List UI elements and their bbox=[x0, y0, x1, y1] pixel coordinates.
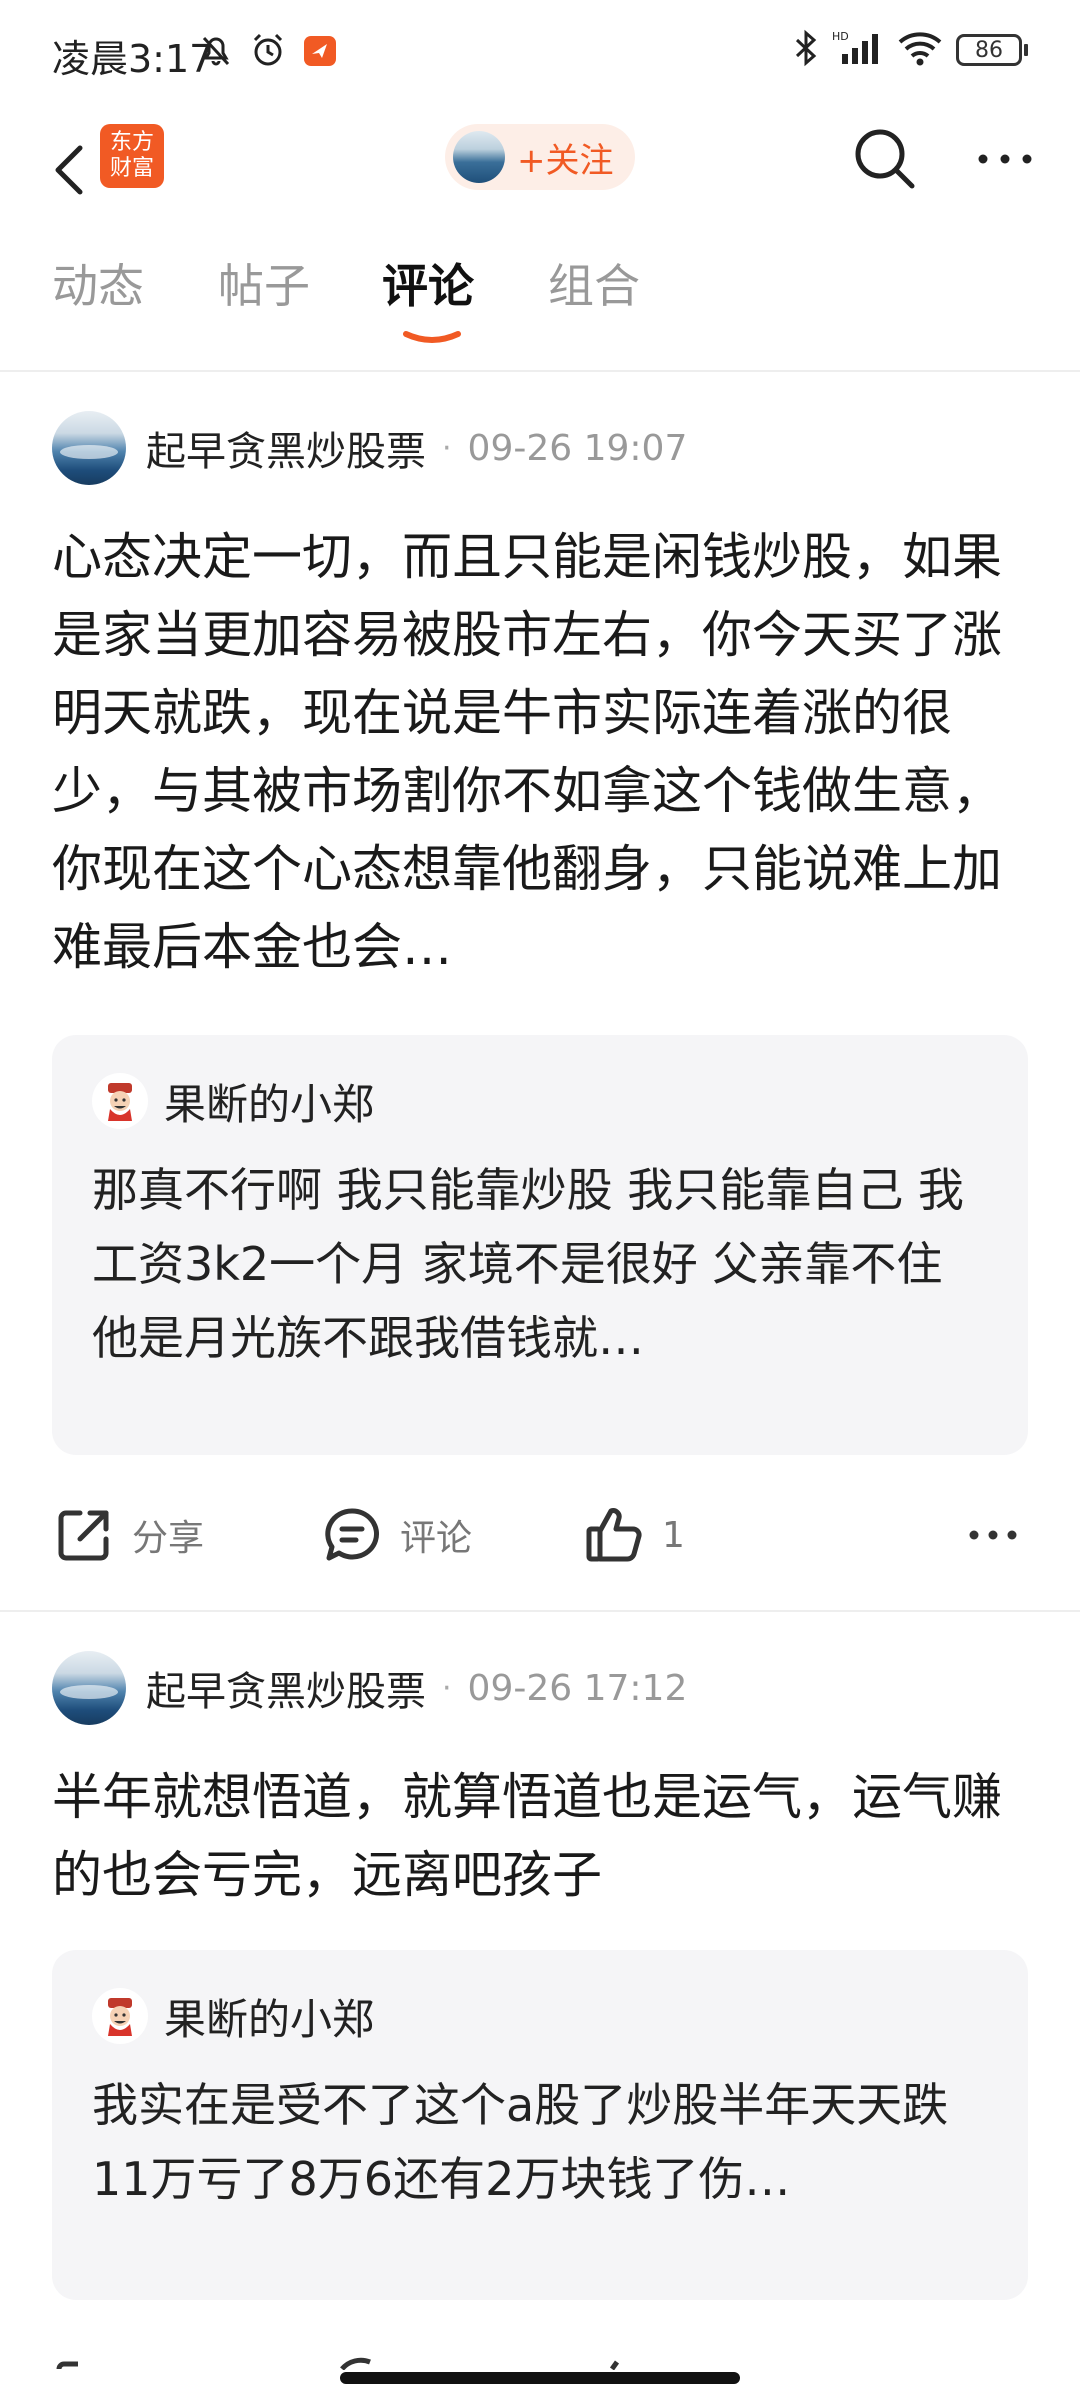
search-icon bbox=[855, 129, 915, 189]
follow-label: +关注 bbox=[517, 140, 614, 181]
svg-text:HD: HD bbox=[832, 30, 849, 43]
quoted-avatar bbox=[92, 1988, 148, 2044]
comment-button[interactable]: 评论 bbox=[320, 1490, 472, 1580]
more-options-button[interactable] bbox=[970, 124, 1040, 194]
god-of-wealth-avatar-icon bbox=[95, 1991, 145, 2041]
share-label: 分享 bbox=[132, 1518, 205, 1559]
quoted-header: 果断的小郑 bbox=[92, 1986, 988, 2046]
comment-label: 评论 bbox=[400, 1518, 473, 1559]
more-dots-icon bbox=[969, 1530, 1017, 1540]
back-arrow-icon bbox=[55, 145, 83, 195]
tab-posts[interactable]: 帖子 bbox=[218, 250, 310, 316]
bluetooth-icon bbox=[792, 28, 820, 72]
user-avatar bbox=[453, 131, 505, 183]
top-nav: 东方财富 +关注 bbox=[0, 110, 1080, 250]
tab-dynamics[interactable]: 动态 bbox=[52, 250, 144, 316]
alarm-icon bbox=[248, 30, 288, 74]
quoted-avatar bbox=[92, 1073, 148, 1129]
status-right-icons: HD 86 bbox=[792, 28, 1028, 72]
status-left-icons bbox=[196, 30, 340, 74]
quoted-author[interactable]: 果断的小郑 bbox=[164, 1071, 374, 1132]
status-bar: 凌晨3:17 HD 86 bbox=[0, 0, 1080, 110]
comment-time: 09-26 19:07 bbox=[467, 427, 688, 469]
quoted-reply[interactable]: 果断的小郑 我实在是受不了这个a股了炒股半年天天跌11万亏了8万6还有2万块钱了… bbox=[52, 1950, 1028, 2300]
comment-more-button[interactable] bbox=[968, 1490, 1018, 1580]
comment-text[interactable]: 半年就想悟道，就算悟道也是运气，运气赚的也会亏完，远离吧孩子 bbox=[52, 1758, 1028, 1914]
battery-level: 86 bbox=[975, 37, 1003, 63]
comment-bubble-icon bbox=[320, 1503, 384, 1567]
share-button[interactable]: 分享 bbox=[52, 1490, 204, 1580]
comment-actions: 分享 评论 1 bbox=[52, 1490, 1028, 1580]
next-actions-peek bbox=[52, 2340, 1028, 2370]
quoted-reply[interactable]: 果断的小郑 那真不行啊 我只能靠炒股 我只能靠自己 我工资3k2一个月 家境不是… bbox=[52, 1035, 1028, 1455]
search-button[interactable] bbox=[850, 124, 920, 194]
author-name[interactable]: 起早贪黑炒股票 bbox=[146, 419, 426, 477]
app-logo: 东方财富 bbox=[100, 124, 164, 188]
hd-signal-icon: HD bbox=[832, 28, 884, 72]
tab-comments[interactable]: 评论 bbox=[382, 250, 474, 316]
profile-tabs: 动态 帖子 评论 组合 bbox=[0, 250, 1080, 372]
comment-header: 起早贪黑炒股票 · 09-26 17:12 bbox=[52, 1648, 687, 1728]
comment-divider bbox=[0, 1610, 1080, 1612]
share-icon bbox=[52, 1503, 116, 1567]
quoted-header: 果断的小郑 bbox=[92, 1071, 988, 1131]
separator-dot: · bbox=[442, 430, 452, 466]
status-time: 凌晨3:17 bbox=[52, 37, 214, 81]
author-name[interactable]: 起早贪黑炒股票 bbox=[146, 1659, 426, 1717]
separator-dot: · bbox=[442, 1670, 452, 1706]
follow-button[interactable]: +关注 bbox=[445, 124, 635, 190]
thumbs-up-icon bbox=[582, 1503, 646, 1567]
author-avatar[interactable] bbox=[52, 411, 126, 485]
more-dots-icon bbox=[978, 154, 1032, 164]
home-indicator[interactable] bbox=[340, 2372, 740, 2384]
battery-icon: 86 bbox=[956, 34, 1028, 66]
quoted-author[interactable]: 果断的小郑 bbox=[164, 1986, 374, 2047]
tab-portfolio[interactable]: 组合 bbox=[548, 250, 640, 316]
god-of-wealth-avatar-icon bbox=[95, 1076, 145, 1126]
partial-action-icons bbox=[56, 2357, 620, 2370]
comment-header: 起早贪黑炒股票 · 09-26 19:07 bbox=[52, 408, 687, 488]
active-tab-indicator bbox=[403, 331, 461, 343]
quoted-text: 那真不行啊 我只能靠炒股 我只能靠自己 我工资3k2一个月 家境不是很好 父亲靠… bbox=[92, 1163, 964, 1365]
wifi-icon bbox=[896, 28, 944, 72]
like-button[interactable]: 1 bbox=[582, 1490, 685, 1580]
quoted-text: 我实在是受不了这个a股了炒股半年天天跌11万亏了8万6还有2万块钱了伤… bbox=[92, 2078, 949, 2206]
back-button[interactable] bbox=[40, 130, 100, 210]
comment-time: 09-26 17:12 bbox=[467, 1667, 688, 1709]
comment-text[interactable]: 心态决定一切，而且只能是闲钱炒股，如果是家当更加容易被股市左右，你今天买了涨明天… bbox=[52, 518, 1028, 986]
mute-bell-icon bbox=[196, 30, 236, 74]
like-count: 1 bbox=[662, 1514, 685, 1556]
author-avatar[interactable] bbox=[52, 1651, 126, 1725]
app-notification-icon bbox=[300, 30, 340, 74]
